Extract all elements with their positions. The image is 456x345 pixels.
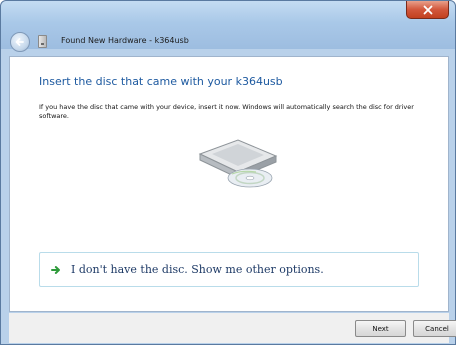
disc-drive-icon	[198, 139, 278, 188]
window-title: Found New Hardware - k364usb	[61, 36, 189, 45]
cancel-button-label: Cancel	[425, 324, 449, 333]
no-disc-option-label: I don't have the disc. Show me other opt…	[71, 263, 324, 276]
cancel-button[interactable]: Cancel	[413, 320, 456, 337]
wizard-footer: Next Cancel	[9, 313, 456, 343]
back-button[interactable]	[10, 32, 30, 52]
back-arrow-icon	[15, 38, 24, 46]
wizard-window: Found New Hardware - k364usb Insert the …	[0, 0, 456, 345]
next-button-label: Next	[372, 324, 389, 333]
next-button[interactable]: Next	[355, 320, 406, 337]
page-description: If you have the disc that came with your…	[39, 103, 414, 120]
green-arrow-icon	[50, 264, 62, 276]
wizard-content: Insert the disc that came with your k364…	[9, 56, 449, 312]
close-button[interactable]	[406, 1, 449, 19]
hardware-device-icon	[38, 35, 47, 48]
page-heading: Insert the disc that came with your k364…	[39, 75, 283, 88]
close-icon	[423, 5, 432, 14]
no-disc-option[interactable]: I don't have the disc. Show me other opt…	[39, 252, 419, 287]
